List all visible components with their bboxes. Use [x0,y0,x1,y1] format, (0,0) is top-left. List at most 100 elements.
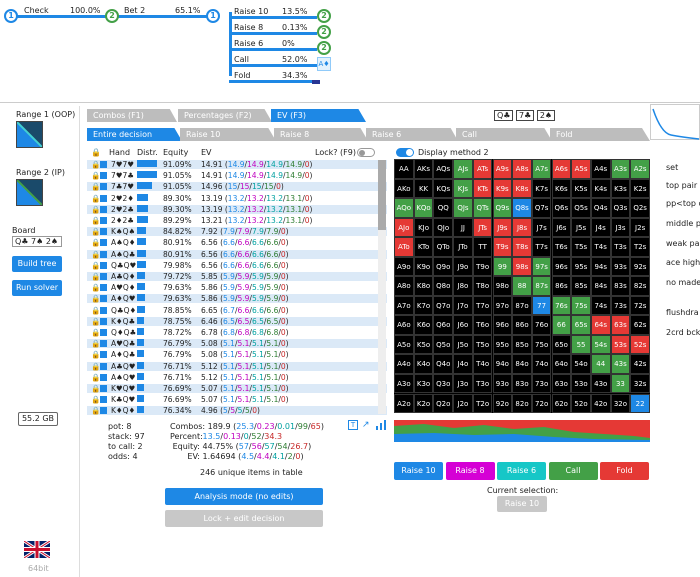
lock-icon[interactable]: 🔒 [91,250,100,259]
tree-node-check[interactable]: 2 [105,9,119,23]
matrix-cell[interactable]: Q8o [433,276,454,296]
matrix-cell[interactable]: T7o [472,295,493,316]
legend-raise-6-button[interactable]: Raise 6 [497,462,546,480]
matrix-cell[interactable]: 86s [551,276,572,296]
matrix-cell[interactable]: Q2o [433,393,454,413]
subtab[interactable]: Raise 8 [274,128,368,141]
matrix-cell[interactable]: AJs [453,159,473,179]
matrix-cell[interactable]: J8o [453,276,473,296]
lock-icon[interactable]: 🔒 [91,339,100,348]
matrix-cell[interactable]: A9s [492,159,513,179]
matrix-cell[interactable]: Q6s [551,198,572,218]
subtab[interactable]: Entire decision [87,128,182,141]
subtab[interactable]: Fold [550,128,650,141]
matrix-cell[interactable]: J2o [453,393,473,413]
matrix-cell[interactable]: Q9s [492,198,513,218]
display-toggle[interactable] [396,148,414,157]
matrix-cell[interactable]: AA [394,159,414,179]
matrix-cell[interactable]: T4o [472,354,493,374]
matrix-cell[interactable]: 82o [512,393,532,413]
table-row[interactable]: 🔒 A♦Q♥ 79.63% 5.86 (5.9/5.9/5.9/5.9/0) [87,294,387,304]
matrix-cell[interactable]: 32s [630,373,650,394]
matrix-cell[interactable]: 95o [492,334,513,355]
table-row[interactable]: 🔒 A♥Q♣ 76.79% 5.08 (5.1/5.1/5.1/5.1/0) [87,339,387,349]
matrix-cell[interactable]: Q5o [433,334,454,355]
matrix-cell[interactable]: J6o [453,315,473,335]
matrix-cell[interactable]: QJo [433,217,454,238]
matrix-cell[interactable]: T9s [492,237,513,257]
matrix-cell[interactable]: 84s [590,276,611,296]
legend-raise-8-button[interactable]: Raise 8 [445,462,495,480]
matrix-cell[interactable]: K3o [413,373,434,394]
matrix-cell[interactable]: T2o [472,393,493,413]
matrix-cell[interactable]: QTs [472,198,493,218]
table-row[interactable]: 🔒 A♥Q♦ 79.63% 5.86 (5.9/5.9/5.9/5.9/0) [87,283,387,292]
matrix-cell[interactable]: 65o [551,334,572,355]
matrix-cell[interactable]: 63o [551,373,572,394]
lock-icon[interactable]: 🔒 [91,328,100,337]
matrix-cell[interactable]: 85s [571,276,591,296]
matrix-cell[interactable]: K7o [413,295,434,316]
matrix-cell[interactable]: 76s [551,295,572,316]
matrix-cell[interactable]: KK [413,178,434,198]
matrix-cell[interactable]: K8o [413,276,434,296]
matrix-cell[interactable]: 64s [590,315,611,335]
col-lock[interactable]: Lock? (F9) [315,148,356,157]
matrix-cell[interactable]: JTo [453,237,473,257]
hand-category-item[interactable]: ace high [666,258,700,267]
matrix-cell[interactable]: 96s [551,256,572,277]
tree-action-label[interactable]: Raise 6 [234,39,263,48]
tree-action-label[interactable]: Call [234,55,249,64]
matrix-cell[interactable]: T8o [472,276,493,296]
hand-category-item[interactable]: top pair [666,181,700,190]
matrix-cell[interactable]: 98s [512,256,532,277]
matrix-cell[interactable]: J7o [453,295,473,316]
matrix-cell[interactable]: A3s [610,159,631,179]
matrix-cell[interactable]: Q9o [433,256,454,277]
tree-node-root[interactable]: 1 [4,9,18,23]
lock-icon[interactable]: 🔒 [91,272,100,281]
matrix-cell[interactable]: 83s [610,276,631,296]
matrix-cell[interactable]: 42s [630,354,650,374]
lock-icon[interactable]: 🔒 [91,182,100,191]
matrix-cell[interactable]: T9o [472,256,493,277]
matrix-cell[interactable]: 86o [512,315,532,335]
table-row[interactable]: 🔒 K♦Q♣ 78.75% 6.46 (6.5/6.5/6.5/6.5/0) [87,316,387,326]
hand-category-item[interactable]: weak pai [666,239,700,248]
matrix-cell[interactable]: J5s [571,217,591,238]
table-row[interactable]: 🔒 A♦Q♣ 76.79% 5.08 (5.1/5.1/5.1/5.1/0) [87,350,387,359]
run-solver-button[interactable]: Run solver [12,280,62,296]
tree-node-bet[interactable]: 1 [206,9,220,23]
matrix-cell[interactable]: 85o [512,334,532,355]
matrix-cell[interactable]: 52s [630,334,650,355]
matrix-cell[interactable]: 88 [512,276,532,296]
matrix-cell[interactable]: 22 [630,393,650,413]
matrix-cell[interactable]: T2s [630,237,650,257]
matrix-cell[interactable]: ATo [394,237,414,257]
matrix-cell[interactable]: 97o [492,295,513,316]
board-input[interactable]: Q♣ 7♠ 2♠ [12,236,62,247]
tab-ev[interactable]: EV (F3) [271,109,366,122]
matrix-cell[interactable]: 65s [571,315,591,335]
tree-action-label[interactable]: Raise 10 [234,7,268,16]
matrix-cell[interactable]: K5s [571,178,591,198]
matrix-cell[interactable]: K5o [413,334,434,355]
table-row[interactable]: 🔒 7♥7♥ 91.09% 14.91 (14.9/14.9/14.9/14.9/0) [87,160,387,170]
lock-icon[interactable]: 🔒 [91,350,100,359]
lock-icon[interactable]: 🔒 [91,406,100,415]
matrix-cell[interactable]: K6o [413,315,434,335]
col-distr[interactable]: Distr. [137,148,158,157]
matrix-cell[interactable]: 75s [571,295,591,316]
matrix-cell[interactable]: KJs [453,178,473,198]
hand-category-item[interactable]: 2crd bck [666,328,700,337]
matrix-cell[interactable]: A7o [394,295,414,316]
matrix-cell[interactable]: K4o [413,354,434,374]
matrix-cell[interactable]: 53o [571,373,591,394]
analysis-mode-button[interactable]: Analysis mode (no edits) [165,488,323,505]
matrix-cell[interactable]: 62o [551,393,572,413]
matrix-cell[interactable]: 66 [551,315,572,335]
matrix-cell[interactable]: 62s [630,315,650,335]
tree-action-node[interactable]: 2 [317,41,331,55]
table-row[interactable]: 🔒 A♠Q♥ 76.71% 5.12 (5.1/5.1/5.1/5.1/0) [87,372,387,382]
matrix-cell[interactable]: 83o [512,373,532,394]
